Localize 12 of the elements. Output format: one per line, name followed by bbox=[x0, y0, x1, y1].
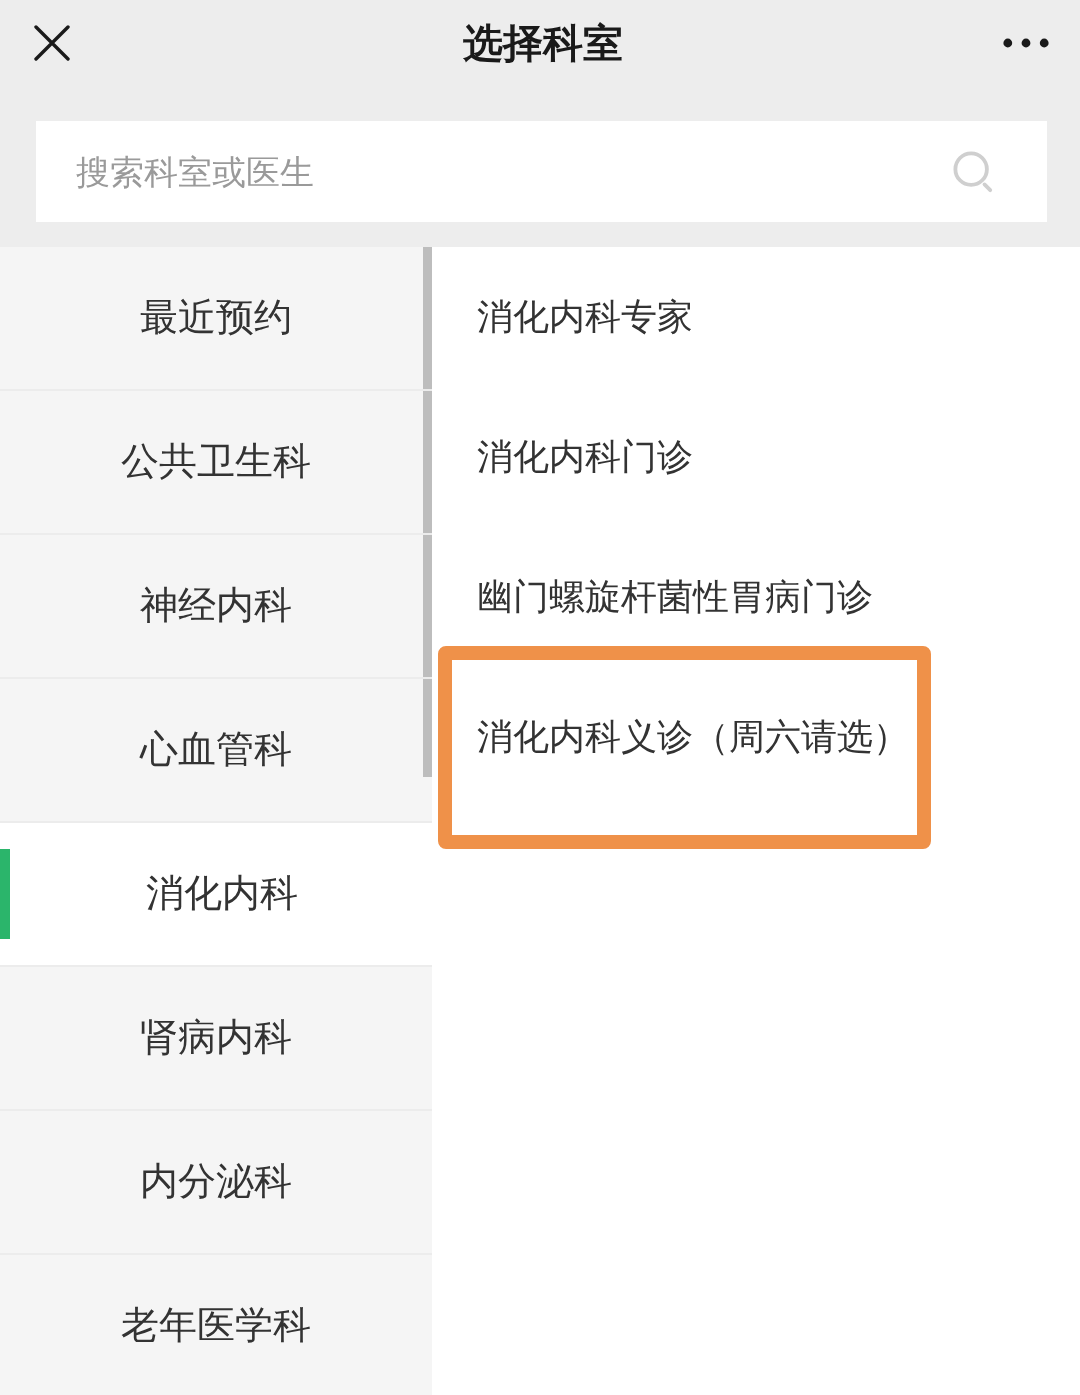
department-item[interactable]: 消化内科专家 bbox=[477, 293, 693, 341]
search-icon bbox=[953, 151, 995, 193]
close-icon bbox=[34, 24, 70, 61]
department-item[interactable]: 消化内科门诊 bbox=[477, 433, 693, 481]
department-item[interactable]: 幽门螺旋杆菌性胃病门诊 bbox=[477, 573, 873, 621]
scrollbar-thumb[interactable] bbox=[423, 247, 432, 777]
selection-indicator-icon bbox=[0, 849, 10, 939]
sidebar-item[interactable]: 消化内科 bbox=[0, 823, 432, 967]
department-item[interactable]: 消化内科义诊（周六请选） bbox=[477, 713, 909, 761]
search-field[interactable]: 搜索科室或医生 bbox=[36, 121, 1047, 222]
window-title: 选择科室 bbox=[463, 18, 623, 67]
more-icon bbox=[1003, 37, 1049, 48]
